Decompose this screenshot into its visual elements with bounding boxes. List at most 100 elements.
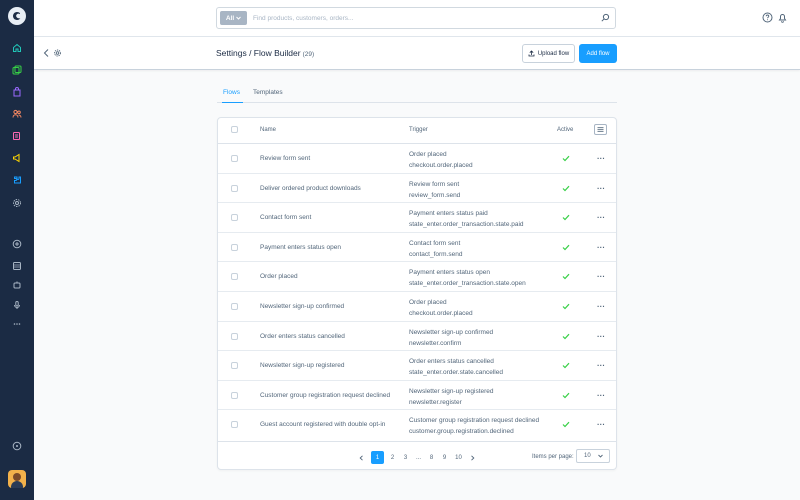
page-button-8[interactable]: 8 bbox=[425, 451, 438, 464]
next-page-icon[interactable] bbox=[470, 455, 475, 461]
topbar: All bbox=[34, 0, 800, 37]
flow-name[interactable]: Order enters status cancelled bbox=[260, 333, 345, 340]
row-context-menu-button[interactable]: ··· bbox=[597, 361, 605, 370]
dashboard-icon[interactable] bbox=[10, 41, 24, 55]
items-per-page-select[interactable]: 10 bbox=[576, 449, 610, 463]
voice-icon[interactable] bbox=[10, 298, 24, 312]
gear-icon[interactable] bbox=[53, 48, 62, 58]
page-button-10[interactable]: 10 bbox=[451, 451, 466, 464]
upload-flow-button[interactable]: Upload flow bbox=[522, 44, 575, 63]
flow-name[interactable]: Deliver ordered product downloads bbox=[260, 185, 361, 192]
active-check-icon bbox=[562, 214, 570, 221]
active-check-icon bbox=[562, 362, 570, 369]
add-flow-label: Add flow bbox=[586, 50, 610, 57]
trigger-event: contact_form.send bbox=[409, 250, 463, 258]
flow-trigger: Customer group registration request decl… bbox=[409, 415, 539, 437]
trigger-label: Payment enters status open bbox=[409, 269, 490, 277]
page-button-2[interactable]: 2 bbox=[386, 451, 399, 464]
table-row[interactable]: Contact form sent Payment enters status p… bbox=[218, 203, 616, 233]
help-icon[interactable] bbox=[10, 439, 24, 453]
marketing-icon[interactable] bbox=[10, 151, 24, 165]
select-all-checkbox[interactable] bbox=[231, 126, 238, 133]
search-input[interactable] bbox=[253, 12, 593, 25]
column-header-name[interactable]: Name bbox=[260, 127, 276, 133]
flow-name[interactable]: Order placed bbox=[260, 273, 298, 280]
table-row[interactable]: Payment enters status open Contact form s… bbox=[218, 233, 616, 263]
storefront-icon[interactable] bbox=[10, 259, 24, 273]
catalogue-icon[interactable] bbox=[10, 63, 24, 77]
flow-name[interactable]: Payment enters status open bbox=[260, 244, 341, 251]
active-check-icon bbox=[562, 422, 570, 428]
table-row[interactable]: Order enters status cancelled Newsletter … bbox=[218, 322, 616, 352]
page-button-3[interactable]: 3 bbox=[399, 451, 412, 464]
trigger-event: newsletter.register bbox=[409, 398, 462, 406]
page-button-1[interactable]: 1 bbox=[371, 451, 384, 464]
row-checkbox[interactable] bbox=[231, 155, 238, 162]
orders-icon[interactable] bbox=[10, 85, 24, 99]
page-ellipsis: ... bbox=[415, 454, 421, 461]
flow-name[interactable]: Review form sent bbox=[260, 155, 310, 162]
row-context-menu-button[interactable]: ··· bbox=[597, 154, 605, 163]
column-header-trigger[interactable]: Trigger bbox=[409, 127, 428, 133]
table-row[interactable]: Deliver ordered product downloads Review … bbox=[218, 174, 616, 204]
row-checkbox[interactable] bbox=[231, 332, 238, 340]
help-circle-icon[interactable] bbox=[762, 12, 773, 23]
row-checkbox[interactable] bbox=[231, 273, 238, 281]
column-header-active[interactable]: Active bbox=[557, 127, 573, 133]
row-context-menu-button[interactable]: ··· bbox=[597, 332, 605, 341]
table-row[interactable]: Review form sent Order placed checkout.ord… bbox=[218, 144, 616, 174]
row-checkbox[interactable] bbox=[231, 184, 238, 192]
search-filter-label: All bbox=[225, 14, 235, 22]
active-check-icon bbox=[562, 155, 570, 162]
bell-icon[interactable] bbox=[777, 12, 788, 23]
more-icon[interactable] bbox=[10, 317, 24, 331]
sales-channels-add-icon[interactable] bbox=[10, 237, 24, 251]
flow-trigger: Newsletter sign-up registered newsletter.… bbox=[409, 386, 494, 408]
row-context-menu-button[interactable]: ··· bbox=[597, 302, 605, 311]
row-context-menu-button[interactable]: ··· bbox=[597, 391, 605, 400]
search-type-filter[interactable]: All bbox=[220, 11, 247, 25]
tab-templates[interactable]: Templates bbox=[253, 89, 283, 96]
flow-name[interactable]: Newsletter sign-up registered bbox=[260, 362, 345, 369]
user-avatar[interactable] bbox=[8, 470, 26, 488]
row-checkbox[interactable] bbox=[231, 391, 238, 399]
chevron-left-icon[interactable] bbox=[42, 48, 51, 58]
flow-name[interactable]: Guest account registered with double opt… bbox=[260, 421, 385, 428]
headless-icon[interactable] bbox=[10, 278, 24, 292]
row-context-menu-button[interactable]: ··· bbox=[597, 272, 605, 281]
table-row[interactable]: Order placed Payment enters status open st… bbox=[218, 262, 616, 292]
page-button-9[interactable]: 9 bbox=[438, 451, 451, 464]
row-checkbox[interactable] bbox=[231, 303, 238, 310]
logo-mark bbox=[13, 12, 21, 20]
row-checkbox[interactable] bbox=[231, 362, 238, 370]
flow-name[interactable]: Contact form sent bbox=[260, 214, 311, 221]
tab-flows[interactable]: Flows bbox=[223, 89, 240, 96]
extensions-icon[interactable] bbox=[10, 173, 24, 187]
settings-icon[interactable] bbox=[10, 196, 24, 210]
row-checkbox[interactable] bbox=[231, 421, 238, 429]
flow-name[interactable]: Newsletter sign-up confirmed bbox=[260, 303, 344, 310]
row-checkbox[interactable] bbox=[231, 214, 238, 222]
column-settings-button[interactable] bbox=[594, 124, 607, 135]
row-context-menu-button[interactable]: ··· bbox=[597, 184, 605, 193]
table-header: Name Trigger Active bbox=[218, 118, 616, 144]
content-icon[interactable] bbox=[10, 129, 24, 143]
table-row[interactable]: Newsletter sign-up confirmed Order placed… bbox=[218, 292, 616, 322]
row-checkbox[interactable] bbox=[231, 243, 238, 251]
shopware-logo[interactable] bbox=[8, 7, 26, 25]
row-context-menu-button[interactable]: ··· bbox=[597, 420, 605, 429]
customers-icon[interactable] bbox=[10, 107, 24, 121]
table-row[interactable]: Guest account registered with double opt… bbox=[218, 410, 616, 440]
add-flow-button[interactable]: Add flow bbox=[579, 44, 617, 63]
trigger-label: Order placed bbox=[409, 299, 447, 306]
search-icon[interactable] bbox=[600, 13, 610, 23]
trigger-event: newsletter.confirm bbox=[409, 339, 462, 347]
flow-trigger: Contact form sent contact_form.send bbox=[409, 238, 462, 260]
table-row[interactable]: Customer group registration request decl… bbox=[218, 381, 616, 411]
prev-page-icon[interactable] bbox=[359, 455, 364, 461]
row-context-menu-button[interactable]: ··· bbox=[597, 213, 605, 222]
table-row[interactable]: Newsletter sign-up registered Order enter… bbox=[218, 351, 616, 381]
flow-name[interactable]: Customer group registration request decl… bbox=[260, 392, 390, 399]
items-per-page-value: 10 bbox=[584, 453, 591, 459]
row-context-menu-button[interactable]: ··· bbox=[597, 243, 605, 252]
